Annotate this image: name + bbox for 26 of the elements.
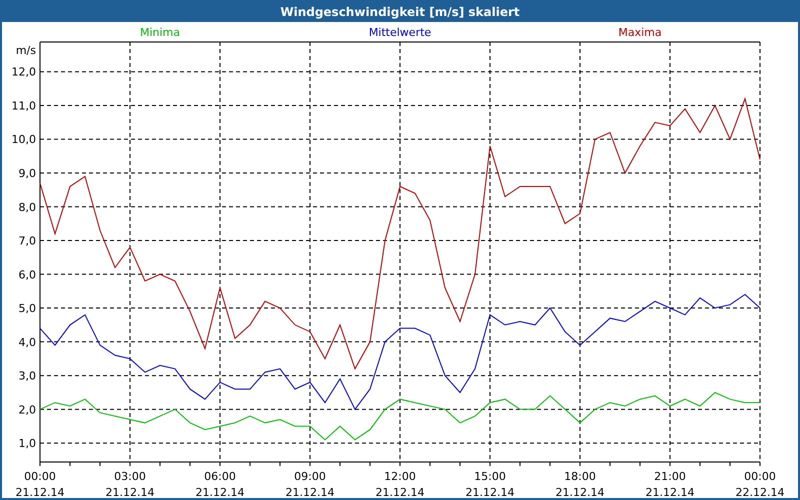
x-tick-label: 15:00 21.12.14 <box>466 470 514 498</box>
y-tick-label: 9,0 <box>18 167 36 180</box>
axis-unit-label: m/s <box>16 44 36 57</box>
y-tick-label: 6,0 <box>18 268 36 282</box>
y-tick-label: 11,0 <box>12 99 36 112</box>
x-tick-label: 09:00 21.12.14 <box>286 470 334 498</box>
x-tick-label: 06:00 21.12.14 <box>196 470 244 498</box>
y-tick-label: 7,0 <box>18 234 36 248</box>
y-tick-label: 10,0 <box>12 133 36 146</box>
x-tick-label: 18:00 21.12.14 <box>556 470 604 498</box>
legend-label: Maxima <box>618 26 662 39</box>
y-tick-label: 12,0 <box>12 66 36 79</box>
x-tick-label: 03:00 21.12.14 <box>106 470 154 498</box>
y-tick-label: 5,0 <box>18 302 36 316</box>
y-tick-label: 2,0 <box>18 403 36 416</box>
window-title: Windgeschwindigkeit [m/s] skaliert <box>280 5 520 19</box>
x-tick-label: 12:00 21.12.14 <box>376 470 424 498</box>
legend-label: Minima <box>140 26 180 39</box>
legend-label: Mittelwerte <box>368 26 432 39</box>
x-tick-label: 00:00 21.12.14 <box>16 470 64 498</box>
x-tick-label: 00:00 22.12.14 <box>736 470 784 498</box>
y-tick-label: 4,0 <box>18 336 36 349</box>
y-tick-label: 3,0 <box>18 370 36 383</box>
y-tick-label: 1,0 <box>18 437 36 450</box>
y-tick-label: 8,0 <box>18 200 36 214</box>
x-tick-label: 21:00 21.12.14 <box>646 470 694 498</box>
